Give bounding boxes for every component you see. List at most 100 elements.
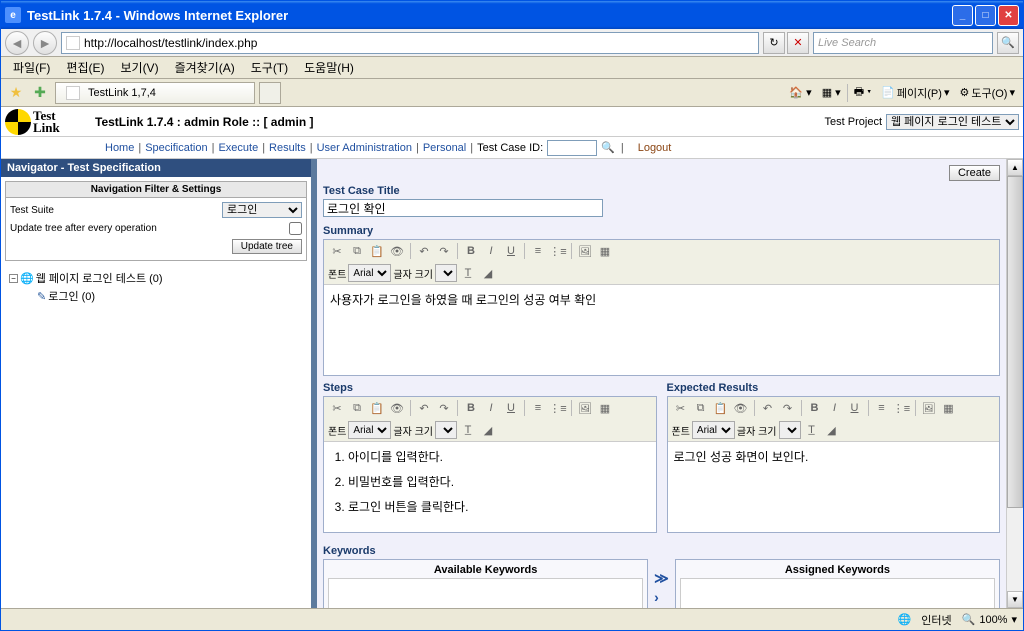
assigned-kw-list[interactable] (680, 578, 995, 608)
olist-icon[interactable]: ≡ (873, 399, 891, 417)
zoom-icon[interactable]: 🔍 (962, 613, 976, 626)
cut-icon[interactable]: ✂ (672, 399, 690, 417)
underline-icon[interactable]: U (502, 242, 520, 260)
table-icon[interactable]: ▦ (596, 242, 614, 260)
scroll-up-icon[interactable]: ▲ (1007, 159, 1023, 176)
copy-icon[interactable]: ⧉ (348, 399, 366, 417)
ulist-icon[interactable]: ⋮≡ (549, 242, 567, 260)
favorites-icon[interactable]: ★ (5, 82, 27, 104)
tcid-input[interactable] (547, 140, 597, 156)
redo-icon[interactable]: ↷ (435, 242, 453, 260)
paste-icon[interactable]: 📋 (368, 399, 386, 417)
bgcolor-icon[interactable]: ◢ (823, 421, 841, 439)
vertical-scrollbar[interactable]: ▲ ▼ (1006, 159, 1023, 608)
steps-content[interactable]: 아이디를 입력한다. 비밀번호를 입력한다. 로그인 버튼을 클릭한다. (324, 442, 656, 532)
move-one-right-icon[interactable]: › (654, 589, 669, 605)
scroll-thumb[interactable] (1007, 176, 1023, 508)
nav-results[interactable]: Results (265, 142, 310, 154)
italic-icon[interactable]: I (482, 399, 500, 417)
address-bar[interactable]: http://localhost/testlink/index.php (61, 32, 759, 54)
table-icon[interactable]: ▦ (596, 399, 614, 417)
size-select[interactable] (779, 421, 801, 439)
textcolor-icon[interactable]: T̲ (459, 264, 477, 282)
test-suite-select[interactable]: 로그인 (222, 202, 302, 218)
find-icon[interactable]: 👁 (732, 399, 750, 417)
find-icon[interactable]: 👁 (388, 399, 406, 417)
home-icon[interactable]: 🏠 ▾ (785, 84, 815, 101)
tree-child-node[interactable]: ✎ 로그인 (0) (9, 287, 303, 305)
available-kw-list[interactable] (328, 578, 643, 608)
copy-icon[interactable]: ⧉ (348, 242, 366, 260)
undo-icon[interactable]: ↶ (415, 399, 433, 417)
bgcolor-icon[interactable]: ◢ (479, 264, 497, 282)
create-button-top[interactable]: Create (949, 165, 1000, 181)
update-tree-button[interactable]: Update tree (232, 239, 302, 254)
stop-button[interactable]: ✕ (787, 32, 809, 54)
font-select[interactable]: Arial (348, 421, 391, 439)
print-icon[interactable]: 🖶 ▾ (850, 81, 876, 104)
textcolor-icon[interactable]: T̲ (459, 421, 477, 439)
paste-icon[interactable]: 📋 (368, 242, 386, 260)
nav-specification[interactable]: Specification (141, 142, 211, 154)
find-icon[interactable]: 👁 (388, 242, 406, 260)
close-button[interactable]: ✕ (998, 5, 1019, 26)
font-select[interactable]: Arial (692, 421, 735, 439)
search-button[interactable]: 🔍 (997, 32, 1019, 54)
menu-tools[interactable]: 도구(T) (243, 57, 296, 78)
undo-icon[interactable]: ↶ (415, 242, 433, 260)
nav-home[interactable]: Home (101, 142, 138, 154)
menu-view[interactable]: 보기(V) (112, 57, 166, 78)
bold-icon[interactable]: B (462, 399, 480, 417)
browser-tab[interactable]: TestLink 1,7,4 (55, 82, 255, 104)
undo-icon[interactable]: ↶ (759, 399, 777, 417)
search-box[interactable]: Live Search (813, 32, 993, 54)
size-select[interactable] (435, 264, 457, 282)
ulist-icon[interactable]: ⋮≡ (549, 399, 567, 417)
ulist-icon[interactable]: ⋮≡ (893, 399, 911, 417)
forward-button[interactable]: ► (33, 31, 57, 55)
cut-icon[interactable]: ✂ (328, 242, 346, 260)
page-menu[interactable]: 📄 페이지(P) ▾ (877, 83, 953, 103)
olist-icon[interactable]: ≡ (529, 399, 547, 417)
test-project-select[interactable]: 웹 페이지 로그인 테스트 (886, 114, 1019, 130)
image-icon[interactable]: 🖼 (576, 399, 594, 417)
menu-edit[interactable]: 편집(E) (58, 57, 112, 78)
collapse-icon[interactable]: − (9, 274, 18, 283)
image-icon[interactable]: 🖼 (576, 242, 594, 260)
bold-icon[interactable]: B (462, 242, 480, 260)
image-icon[interactable]: 🖼 (920, 399, 938, 417)
copy-icon[interactable]: ⧉ (692, 399, 710, 417)
underline-icon[interactable]: U (502, 399, 520, 417)
italic-icon[interactable]: I (826, 399, 844, 417)
olist-icon[interactable]: ≡ (529, 242, 547, 260)
textcolor-icon[interactable]: T̲ (803, 421, 821, 439)
tree-root-node[interactable]: − 🌐 웹 페이지 로그인 테스트 (0) (9, 269, 303, 287)
maximize-button[interactable]: □ (975, 5, 996, 26)
font-select[interactable]: Arial (348, 264, 391, 282)
refresh-button[interactable]: ↻ (763, 32, 785, 54)
scroll-down-icon[interactable]: ▼ (1007, 591, 1023, 608)
add-favorite-icon[interactable]: ✚ (29, 82, 51, 104)
menu-help[interactable]: 도움말(H) (296, 57, 362, 78)
feeds-icon[interactable]: ▦ ▾ (818, 84, 845, 101)
minimize-button[interactable]: _ (952, 5, 973, 26)
tools-menu[interactable]: ⚙ 도구(O) ▾ (955, 83, 1019, 103)
redo-icon[interactable]: ↷ (435, 399, 453, 417)
nav-logout[interactable]: Logout (634, 142, 676, 154)
italic-icon[interactable]: I (482, 242, 500, 260)
tcid-search-icon[interactable]: 🔍 (601, 141, 615, 154)
move-right-icon[interactable]: ≫ (654, 570, 669, 587)
nav-personal[interactable]: Personal (419, 142, 470, 154)
paste-icon[interactable]: 📋 (712, 399, 730, 417)
menu-file[interactable]: 파일(F) (5, 57, 58, 78)
back-button[interactable]: ◄ (5, 31, 29, 55)
size-select[interactable] (435, 421, 457, 439)
bold-icon[interactable]: B (806, 399, 824, 417)
title-input[interactable] (323, 199, 603, 217)
zoom-dropdown-icon[interactable]: ▾ (1011, 613, 1017, 626)
summary-content[interactable]: 사용자가 로그인을 하였을 때 로그인의 성공 여부 확인 (324, 285, 999, 375)
expected-content[interactable]: 로그인 성공 화면이 보인다. (668, 442, 1000, 532)
table-icon[interactable]: ▦ (940, 399, 958, 417)
new-tab-button[interactable] (259, 82, 281, 104)
update-tree-checkbox[interactable] (289, 222, 302, 235)
